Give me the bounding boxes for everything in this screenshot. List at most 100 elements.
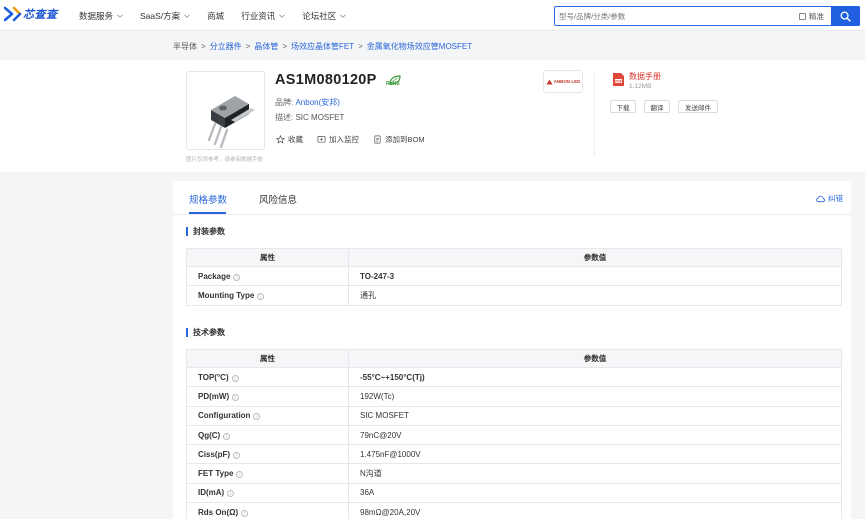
- param-value: 79nC@20V: [348, 424, 842, 446]
- table-row: Rds On(Ω) i 98mΩ@20A,20V: [186, 502, 842, 519]
- bom-icon: [374, 135, 381, 144]
- exact-match-checkbox[interactable]: 精准: [799, 11, 824, 22]
- nav-item-saas[interactable]: SaaS/方案: [140, 10, 190, 22]
- vertical-divider: [594, 70, 595, 156]
- logo-text: 芯查查: [23, 9, 58, 21]
- datasheet-title[interactable]: 数据手册: [629, 71, 661, 82]
- brand-label: 品牌:: [275, 98, 294, 107]
- brand-logo-text: ANBON LED: [553, 79, 581, 84]
- param-value: 192W(Tc): [348, 386, 842, 407]
- exact-match-label: 精准: [809, 12, 824, 21]
- star-icon: [276, 135, 285, 144]
- breadcrumb-item[interactable]: 半导体: [173, 42, 197, 51]
- table-row: PD(mW) i 192W(Tc): [186, 386, 842, 407]
- spec-panel: 规格参数 风险信息 纠错 封装参数 属性 参数值 Package i TO-247-…: [173, 181, 851, 519]
- info-icon[interactable]: i: [227, 490, 235, 498]
- brand-logo[interactable]: ANBON LED: [543, 70, 583, 93]
- favorite-button[interactable]: 收藏: [276, 134, 303, 145]
- info-icon[interactable]: i: [236, 471, 244, 479]
- report-error-label: 纠错: [828, 194, 843, 203]
- chevron-down-icon: [340, 13, 347, 18]
- description-value: SIC MOSFET: [295, 113, 345, 122]
- favorite-label: 收藏: [288, 135, 303, 144]
- info-icon[interactable]: i: [257, 292, 265, 300]
- logo-icon: [4, 6, 22, 22]
- active-tab-indicator: [189, 212, 226, 214]
- rohs-label: RoHS: [386, 81, 400, 87]
- breadcrumb-item[interactable]: 场效应晶体管FET: [291, 42, 354, 51]
- top-navigation-bar: 芯查查 数据服务 SaaS/方案 商城 行业资讯 论坛社区 精准: [0, 0, 865, 31]
- tab-spec-params[interactable]: 规格参数: [189, 192, 227, 206]
- brand-link[interactable]: Anbon(安邦): [295, 98, 339, 107]
- chevron-down-icon: [117, 13, 123, 18]
- brand-logo-icon: [546, 79, 553, 84]
- nav-item-label: 行业资讯: [241, 10, 276, 21]
- param-value: -55°C~+150°C(Tj): [348, 366, 842, 388]
- search-bar: 精准: [554, 6, 860, 26]
- column-header-attribute: 属性: [186, 349, 349, 368]
- tech-params-table: 属性 参数值 TOP(°C) i -55°C~+150°C(Tj) PD(mW) i 19…: [186, 349, 842, 519]
- pdf-icon: PDF: [613, 73, 624, 86]
- cloud-icon: [816, 195, 825, 202]
- info-icon[interactable]: i: [253, 413, 261, 421]
- section-marker: [186, 227, 188, 236]
- product-header: 图片仅供参考，请参阅数据手册 AS1M080120P RoHS 品牌: Anbo…: [0, 60, 865, 172]
- param-name: Configuration: [198, 411, 251, 421]
- info-icon[interactable]: i: [231, 374, 239, 382]
- search-button[interactable]: [831, 6, 860, 26]
- table-row: Configuration i SIC MOSFET: [186, 405, 842, 426]
- param-value: 1.475nF@1000V: [348, 444, 842, 465]
- param-name: Package: [198, 271, 231, 281]
- nav-item-label: 数据服务: [79, 10, 114, 21]
- product-actions: 收藏 加入监控 添加到BOM: [276, 134, 439, 145]
- breadcrumb-item[interactable]: 金属氧化物场效应管MOSFET: [367, 42, 472, 51]
- param-value: SIC MOSFET: [348, 405, 842, 426]
- tab-risk-info[interactable]: 风险信息: [259, 192, 297, 206]
- param-name: Qg(C): [198, 430, 221, 440]
- param-value: TO-247-3: [348, 265, 842, 287]
- info-icon[interactable]: i: [232, 393, 240, 401]
- breadcrumb-item[interactable]: 分立器件: [210, 42, 242, 51]
- download-button[interactable]: 下载: [610, 100, 636, 113]
- table-row: Ciss(pF) i 1.475nF@1000V: [186, 444, 842, 465]
- param-name: ID(mA): [198, 488, 225, 498]
- mosfet-package-image: [207, 96, 255, 149]
- breadcrumb-item[interactable]: 晶体管: [254, 42, 278, 51]
- add-bom-label: 添加到BOM: [385, 135, 425, 144]
- add-bom-button[interactable]: 添加到BOM: [373, 134, 425, 145]
- add-monitor-button[interactable]: 加入监控: [317, 134, 359, 145]
- nav-item-label: 论坛社区: [302, 10, 337, 21]
- site-logo[interactable]: 芯查查: [4, 4, 58, 24]
- param-value: 通孔: [348, 285, 842, 306]
- nav-item-industry-news[interactable]: 行业资讯: [241, 10, 286, 22]
- param-name: Mounting Type: [198, 290, 255, 300]
- table-header-row: 属性 参数值: [186, 349, 842, 368]
- param-name: Ciss(pF): [198, 449, 230, 459]
- param-name-cell: PD(mW) i: [186, 386, 349, 407]
- nav-item-label: SaaS/方案: [140, 10, 181, 21]
- table-row: ID(mA) i 36A: [186, 482, 842, 504]
- add-monitor-label: 加入监控: [329, 135, 359, 144]
- info-icon[interactable]: i: [223, 432, 231, 440]
- param-name-cell: Package i: [186, 265, 349, 287]
- nav-item-mall[interactable]: 商城: [207, 10, 224, 22]
- send-email-button[interactable]: 发送邮件: [678, 100, 718, 113]
- param-name-cell: Mounting Type i: [186, 285, 349, 306]
- product-image[interactable]: [186, 71, 265, 150]
- info-icon[interactable]: i: [241, 509, 249, 517]
- report-error-button[interactable]: 纠错: [816, 193, 843, 204]
- info-icon[interactable]: i: [233, 451, 240, 459]
- translate-button[interactable]: 翻译: [644, 100, 670, 113]
- nav-item-forum[interactable]: 论坛社区: [302, 10, 347, 22]
- search-input[interactable]: [559, 9, 795, 23]
- info-icon[interactable]: i: [233, 273, 241, 281]
- param-name-cell: Ciss(pF) i: [186, 444, 349, 465]
- table-row: Qg(C) i 79nC@20V: [186, 424, 842, 446]
- chevron-down-icon: [184, 13, 190, 18]
- table-header-row: 属性 参数值: [186, 248, 842, 267]
- nav-item-data-services[interactable]: 数据服务: [79, 10, 123, 22]
- nav-item-label: 商城: [207, 10, 225, 21]
- tech-section-title: 技术参数: [186, 327, 225, 338]
- description-field: 描述: SIC MOSFET: [275, 112, 344, 123]
- table-row: Package i TO-247-3: [186, 265, 842, 287]
